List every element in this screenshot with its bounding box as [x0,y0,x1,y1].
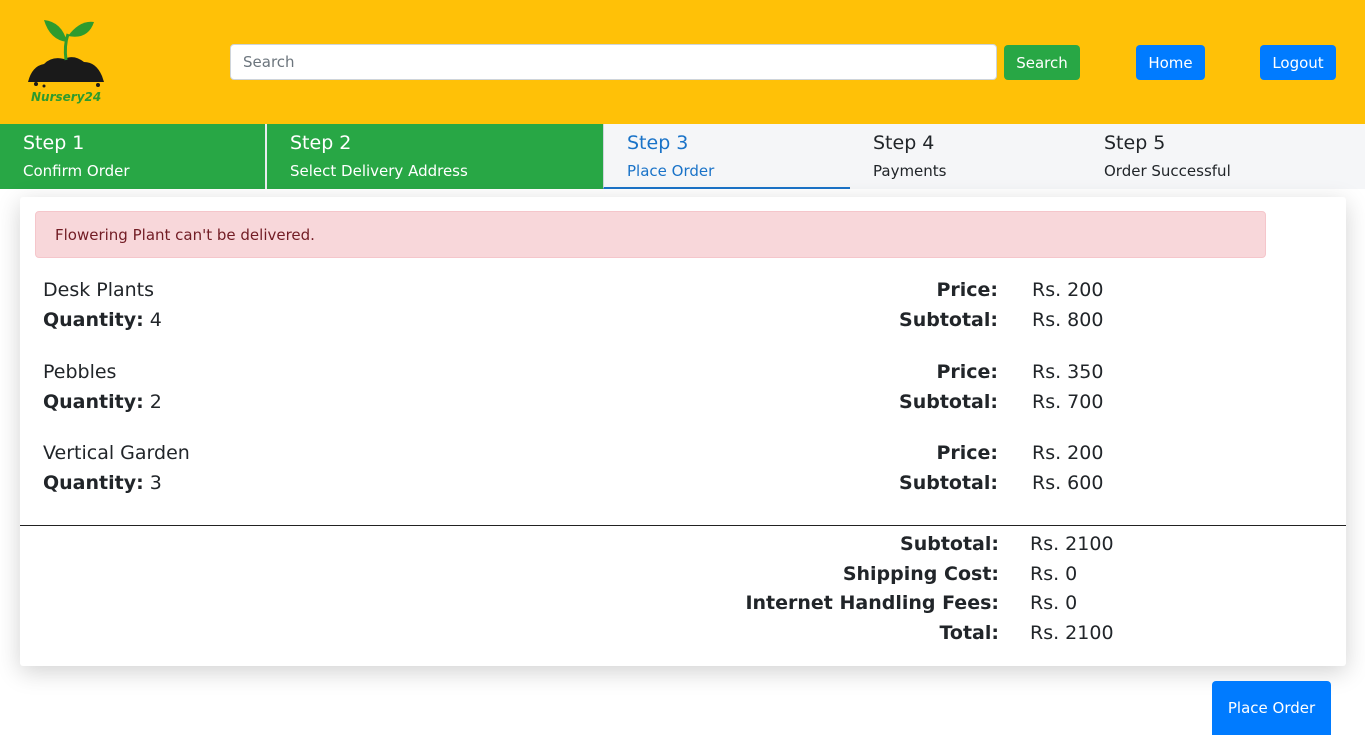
delivery-alert: Flowering Plant can't be delivered. [35,211,1266,258]
subtotal-value: Rs. 600 [1032,472,1104,494]
checkout-steps: Step 1 Confirm Order Step 2 Select Deliv… [0,124,1365,189]
order-item: Pebbles Quantity: 2 Price: Rs. 350 Subto… [43,361,1323,421]
price-label: Price: [936,279,998,301]
totals-label: Internet Handling Fees: [745,592,999,614]
totals-value: Rs. 2100 [1030,533,1114,555]
search-button[interactable]: Search [1004,45,1080,80]
top-header: Nursery24 Search Home Logout [0,0,1365,124]
step-title: Step 2 [290,132,352,154]
step-subtitle: Payments [873,162,947,180]
quantity-value: 2 [149,391,162,413]
step-title: Step 1 [23,132,85,154]
step-subtitle: Place Order [627,162,715,180]
totals-row-handling: Internet Handling Fees: Rs. 0 [20,592,1346,622]
step-title: Step 3 [627,132,689,154]
place-order-button[interactable]: Place Order [1212,681,1331,735]
item-quantity: Quantity: 3 [43,472,162,494]
step-2: Step 2 Select Delivery Address [267,124,603,189]
item-name: Vertical Garden [43,442,190,464]
step-5: Step 5 Order Successful [1081,124,1365,189]
subtotal-label: Subtotal: [899,391,998,413]
totals-value: Rs. 0 [1030,592,1078,614]
quantity-label: Quantity: [43,472,144,494]
totals-row-subtotal: Subtotal: Rs. 2100 [20,533,1346,563]
totals-label: Shipping Cost: [842,563,999,585]
item-name: Pebbles [43,361,117,383]
home-button[interactable]: Home [1136,45,1205,80]
totals-value: Rs. 2100 [1030,622,1114,644]
item-quantity: Quantity: 2 [43,391,162,413]
step-title: Step 5 [1104,132,1166,154]
step-subtitle: Select Delivery Address [290,162,468,180]
logo-text: Nursery24 [31,90,102,104]
subtotal-label: Subtotal: [899,309,998,331]
order-item: Desk Plants Quantity: 4 Price: Rs. 200 S… [43,279,1323,339]
step-subtitle: Confirm Order [23,162,130,180]
search-input[interactable] [230,44,997,80]
order-summary-card: Flowering Plant can't be delivered. Desk… [20,197,1346,666]
subtotal-value: Rs. 700 [1032,391,1104,413]
totals-divider [20,525,1346,526]
item-name: Desk Plants [43,279,155,301]
logout-button[interactable]: Logout [1260,45,1336,80]
quantity-value: 4 [149,309,162,331]
price-value: Rs. 200 [1032,442,1104,464]
step-1: Step 1 Confirm Order [0,124,265,189]
step-subtitle: Order Successful [1104,162,1231,180]
step-3: Step 3 Place Order [603,124,850,189]
price-label: Price: [936,361,998,383]
quantity-value: 3 [149,472,162,494]
price-value: Rs. 200 [1032,279,1104,301]
quantity-label: Quantity: [43,309,144,331]
totals-row-total: Total: Rs. 2100 [20,622,1346,652]
subtotal-value: Rs. 800 [1032,309,1104,331]
subtotal-label: Subtotal: [899,472,998,494]
totals-value: Rs. 0 [1030,563,1078,585]
price-label: Price: [936,442,998,464]
order-item: Vertical Garden Quantity: 3 Price: Rs. 2… [43,442,1323,502]
totals-label: Total: [939,622,999,644]
step-title: Step 4 [873,132,935,154]
step-4: Step 4 Payments [850,124,1081,189]
price-value: Rs. 350 [1032,361,1104,383]
item-quantity: Quantity: 4 [43,309,162,331]
totals-row-shipping: Shipping Cost: Rs. 0 [20,563,1346,593]
quantity-label: Quantity: [43,391,144,413]
totals-label: Subtotal: [900,533,999,555]
